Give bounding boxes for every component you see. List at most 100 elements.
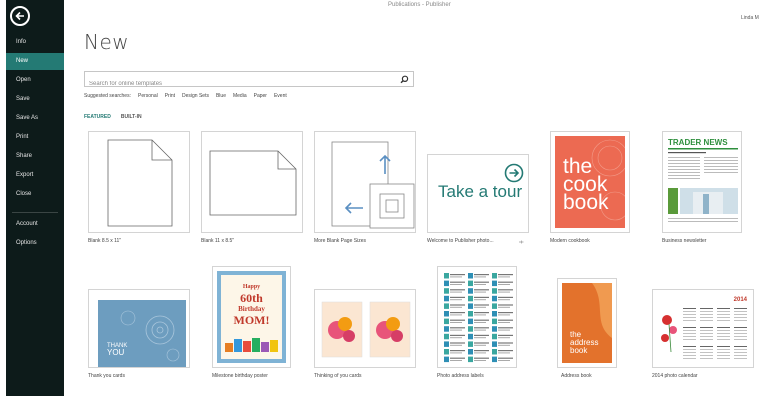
user-name[interactable]: Linda M: [741, 15, 759, 21]
label-line: [474, 360, 486, 361]
nav-save[interactable]: Save: [6, 91, 64, 108]
template-blank-landscape[interactable]: [201, 131, 303, 233]
template-thank-you-cards[interactable]: THANK YOU: [88, 289, 190, 368]
calendar-month-line: [700, 346, 713, 347]
calendar-month-line: [683, 327, 696, 328]
label-photo: [492, 303, 497, 309]
label-line: [498, 329, 510, 331]
template-thinking-of-you[interactable]: [314, 289, 416, 368]
calendar-month-line: [683, 317, 696, 318]
label-line: [498, 327, 513, 329]
label-photo: [492, 311, 497, 317]
label-line: [450, 329, 462, 331]
label-line: [474, 284, 486, 285]
calendar-month-line: [683, 333, 696, 334]
calendar-month-line: [734, 336, 747, 337]
thank-you-line-2: YOU: [107, 348, 125, 357]
label-line: [474, 350, 489, 352]
label-photo: [444, 341, 449, 347]
suggested-personal[interactable]: Personal: [138, 93, 158, 99]
nav-info[interactable]: Info: [6, 34, 64, 51]
label-photo: [492, 349, 497, 355]
label-line: [450, 319, 465, 321]
nav-open[interactable]: Open: [6, 72, 64, 89]
calendar-month-line: [717, 358, 730, 359]
label-line: [498, 344, 510, 346]
nav-share[interactable]: Share: [6, 148, 64, 165]
label-line: [450, 334, 465, 336]
nav-options[interactable]: Options: [6, 235, 64, 252]
caption-birthday-poster: Milestone birthday poster: [212, 373, 268, 379]
cookbook-cover: the cook book: [555, 136, 625, 228]
caption-blank-portrait: Blank 8.5 x 11": [88, 238, 122, 244]
label-line: [450, 291, 462, 293]
label-line: [474, 329, 486, 331]
tab-built-in[interactable]: BUILT-IN: [121, 114, 142, 120]
calendar-month-line: [683, 339, 696, 340]
suggested-design-sets[interactable]: Design Sets: [182, 93, 209, 99]
tab-featured[interactable]: FEATURED: [84, 114, 111, 120]
nav-account[interactable]: Account: [6, 216, 64, 233]
template-photo-calendar[interactable]: 2014: [652, 289, 754, 368]
back-button[interactable]: [10, 6, 30, 26]
suggested-blue[interactable]: Blue: [216, 93, 226, 99]
template-blank-portrait[interactable]: [88, 131, 190, 233]
calendar-month-line: [734, 339, 747, 340]
template-business-newsletter[interactable]: TRADER NEWS: [662, 131, 742, 233]
search-box[interactable]: [84, 71, 414, 90]
label-line: [474, 289, 489, 291]
calendar-month-line: [717, 352, 730, 353]
calendar-month-line: [717, 311, 730, 312]
caption-blank-landscape: Blank 11 x 8.5": [201, 238, 235, 244]
nav-new[interactable]: New: [6, 53, 64, 70]
label-photo: [444, 273, 449, 279]
label-photo: [468, 303, 473, 309]
label-photo: [444, 288, 449, 294]
pin-icon[interactable]: [518, 239, 524, 245]
template-more-sizes[interactable]: [314, 131, 416, 233]
label-line: [450, 281, 465, 283]
label-photo: [468, 273, 473, 279]
label-line: [450, 327, 465, 329]
nav-export[interactable]: Export: [6, 167, 64, 184]
calendar-month-line: [734, 330, 747, 331]
calendar-month-line: [683, 320, 696, 321]
caption-thinking-of-you: Thinking of you cards: [314, 373, 362, 379]
suggested-media[interactable]: Media: [233, 93, 247, 99]
label-photo: [468, 333, 473, 340]
template-take-a-tour[interactable]: Take a tour: [427, 154, 529, 233]
label-line: [498, 281, 513, 283]
label-line: [498, 322, 510, 323]
label-line: [450, 322, 462, 323]
template-address-book[interactable]: the address book: [557, 278, 617, 368]
label-line: [498, 314, 510, 316]
search-input[interactable]: [89, 78, 389, 90]
calendar-month-line: [734, 333, 747, 334]
calendar-month-line: [717, 355, 730, 356]
label-line: [474, 312, 489, 314]
label-line: [474, 337, 486, 339]
nav-save-as[interactable]: Save As: [6, 110, 64, 127]
label-photo: [492, 288, 497, 294]
label-line: [474, 314, 486, 316]
label-line: [498, 312, 513, 314]
suggested-event[interactable]: Event: [274, 93, 287, 99]
label-line: [474, 322, 486, 323]
thank-you-card: THANK YOU: [98, 300, 186, 367]
template-photo-address-labels[interactable]: [437, 266, 517, 368]
label-line: [474, 327, 489, 329]
nav-close[interactable]: Close: [6, 186, 64, 203]
calendar-month-line: [734, 314, 747, 315]
label-photo: [492, 356, 497, 363]
label-photo: [444, 356, 449, 363]
suggested-paper[interactable]: Paper: [254, 93, 267, 99]
calendar-month-line: [700, 336, 713, 337]
suggested-print[interactable]: Print: [165, 93, 175, 99]
label-line: [474, 296, 489, 298]
nav-print[interactable]: Print: [6, 129, 64, 146]
template-modern-cookbook[interactable]: the cook book: [550, 131, 630, 233]
search-icon[interactable]: [400, 75, 409, 84]
calendar-month-line: [717, 336, 730, 337]
template-birthday-poster[interactable]: Happy 60th Birthday MOM!: [212, 266, 291, 368]
calendar-month-line: [700, 311, 713, 312]
